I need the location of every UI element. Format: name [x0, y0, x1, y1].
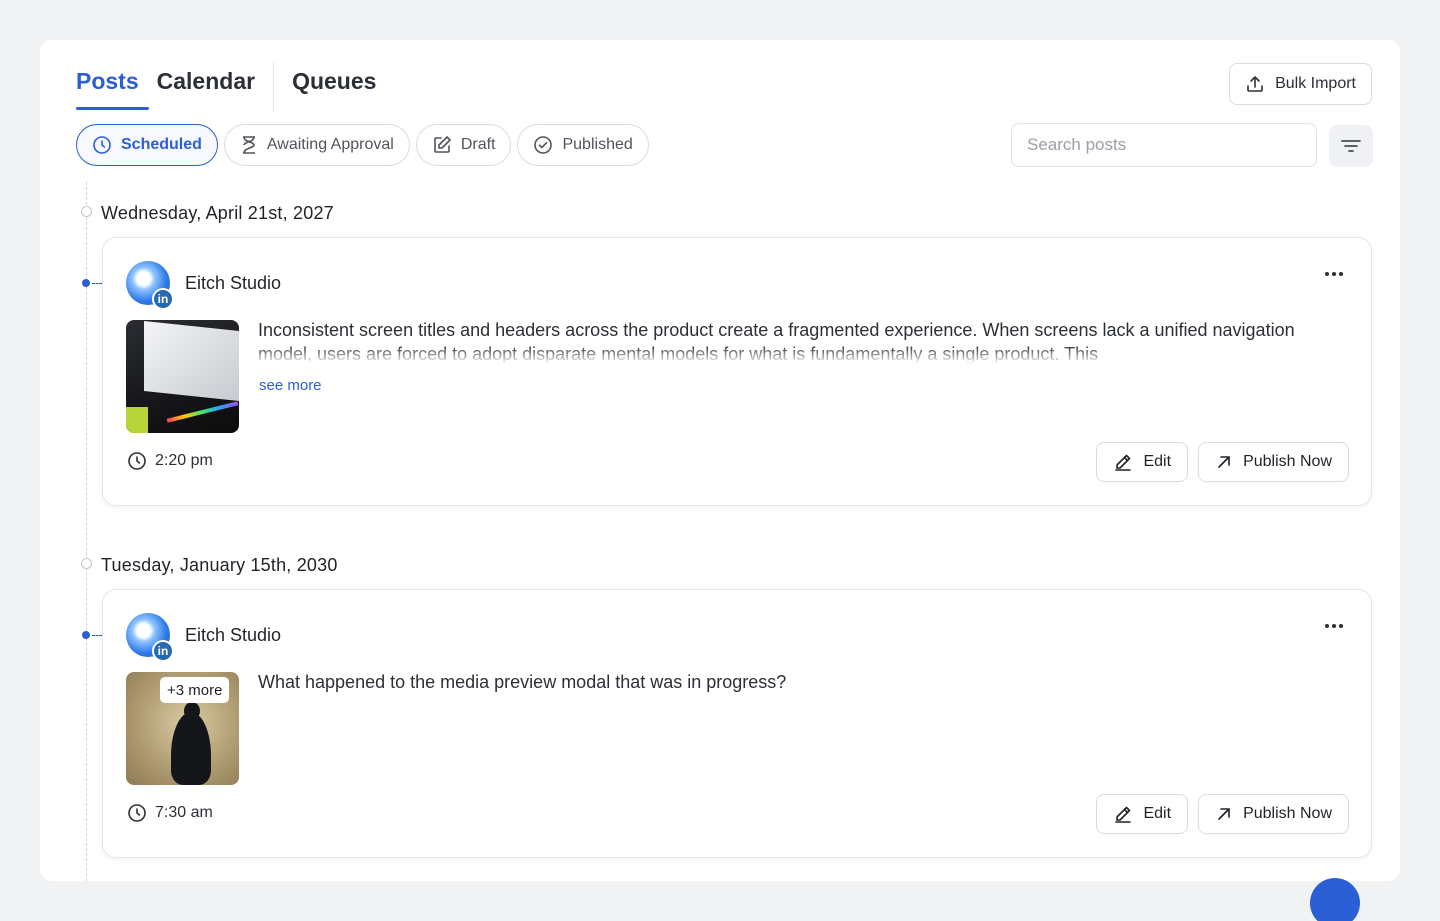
timeline-post-node: [82, 279, 90, 287]
tab-calendar[interactable]: Calendar: [157, 68, 255, 110]
more-media-badge: +3 more: [160, 677, 230, 703]
date-heading: Tuesday, January 15th, 2030: [101, 555, 338, 575]
date-heading: Wednesday, April 21st, 2027: [101, 203, 334, 223]
clock-icon: [93, 136, 111, 154]
bulk-import-label: Bulk Import: [1275, 75, 1356, 92]
edit-label: Edit: [1143, 805, 1172, 822]
scheduled-time: 7:30 am: [127, 803, 213, 823]
thumbnail-bird-head: [184, 702, 200, 720]
publish-now-button[interactable]: Publish Now: [1198, 442, 1349, 482]
time-label: 2:20 pm: [155, 452, 213, 469]
check-circle-icon: [534, 136, 553, 154]
publish-now-label: Publish Now: [1243, 805, 1332, 822]
thumbnail-bird: [171, 712, 211, 785]
account-name: Eitch Studio: [185, 625, 282, 645]
ellipsis-icon: [1332, 624, 1336, 628]
timeline-date-node: [81, 206, 92, 217]
clock-icon: [128, 804, 146, 822]
ellipsis-icon: [1325, 272, 1329, 276]
timeline-connector: [92, 283, 102, 284]
search-input[interactable]: [1011, 123, 1317, 167]
thumbnail-touchbar: [166, 401, 239, 423]
ellipsis-icon: [1325, 624, 1329, 628]
filter-options-button[interactable]: [1329, 125, 1373, 167]
publish-now-label: Publish Now: [1243, 453, 1332, 470]
ellipsis-icon: [1339, 272, 1343, 276]
filter-scheduled[interactable]: Scheduled: [76, 124, 218, 166]
time-label: 7:30 am: [155, 804, 213, 821]
linkedin-icon: in: [152, 288, 174, 310]
publish-now-button[interactable]: Publish Now: [1198, 794, 1349, 834]
timeline-post-node: [82, 631, 90, 639]
floating-action-button[interactable]: [1310, 878, 1360, 921]
filter-draft[interactable]: Draft: [415, 124, 512, 166]
filter-published[interactable]: Published: [517, 124, 649, 166]
tab-posts[interactable]: Posts: [76, 68, 149, 110]
post-text: What happened to the media preview modal…: [258, 672, 787, 692]
edit-square-icon: [434, 136, 451, 153]
edit-label: Edit: [1143, 453, 1172, 470]
post-actions: Edit Publish Now: [1096, 794, 1349, 834]
post-actions: Edit Publish Now: [1096, 442, 1349, 482]
post-card: in Eitch Studio +3 more What happened to…: [102, 589, 1372, 858]
see-more-link[interactable]: see more: [259, 377, 322, 394]
filter-lines-icon: [1341, 140, 1361, 152]
posts-panel: Posts Calendar Queues Bulk Import Schedu…: [40, 40, 1400, 881]
post-card: in Eitch Studio Inconsistent screen titl…: [102, 237, 1372, 506]
media-thumbnail[interactable]: +3 more: [126, 672, 239, 785]
tab-queues[interactable]: Queues: [292, 68, 376, 110]
avatar: in: [126, 261, 174, 310]
account-name: Eitch Studio: [185, 273, 282, 293]
timeline-connector: [92, 635, 102, 636]
filter-published-label: Published: [562, 136, 633, 153]
hourglass-icon: [242, 136, 255, 154]
status-filters: Scheduled Awaiting Approval Draft Publis…: [76, 124, 649, 166]
more-options-button[interactable]: [1319, 614, 1349, 638]
thumbnail-screen: [144, 321, 239, 401]
scheduled-time: 2:20 pm: [127, 451, 213, 471]
linkedin-icon: in: [152, 640, 174, 662]
ellipsis-icon: [1332, 272, 1336, 276]
pencil-icon: [1115, 454, 1132, 471]
tab-divider: [273, 62, 275, 112]
timeline-date-node: [81, 558, 92, 569]
upload-icon: [1247, 76, 1263, 92]
filter-scheduled-label: Scheduled: [121, 136, 202, 153]
thumbnail-corner: [126, 407, 148, 433]
edit-button[interactable]: Edit: [1096, 442, 1189, 482]
pencil-icon: [1115, 806, 1132, 823]
arrow-up-right-icon: [1218, 456, 1230, 468]
edit-button[interactable]: Edit: [1096, 794, 1189, 834]
media-thumbnail[interactable]: [126, 320, 239, 433]
clock-icon: [128, 452, 146, 470]
filter-draft-label: Draft: [460, 136, 496, 153]
bulk-import-button[interactable]: Bulk Import: [1229, 63, 1372, 105]
ellipsis-icon: [1339, 624, 1343, 628]
filter-awaiting-label: Awaiting Approval: [266, 136, 394, 153]
more-options-button[interactable]: [1319, 262, 1349, 286]
post-text: Inconsistent screen titles and headers a…: [258, 320, 1295, 364]
avatar: in: [126, 613, 174, 662]
arrow-up-right-icon: [1218, 808, 1230, 820]
view-tabs: Posts Calendar Queues: [76, 62, 394, 112]
filter-awaiting-approval[interactable]: Awaiting Approval: [223, 124, 410, 166]
